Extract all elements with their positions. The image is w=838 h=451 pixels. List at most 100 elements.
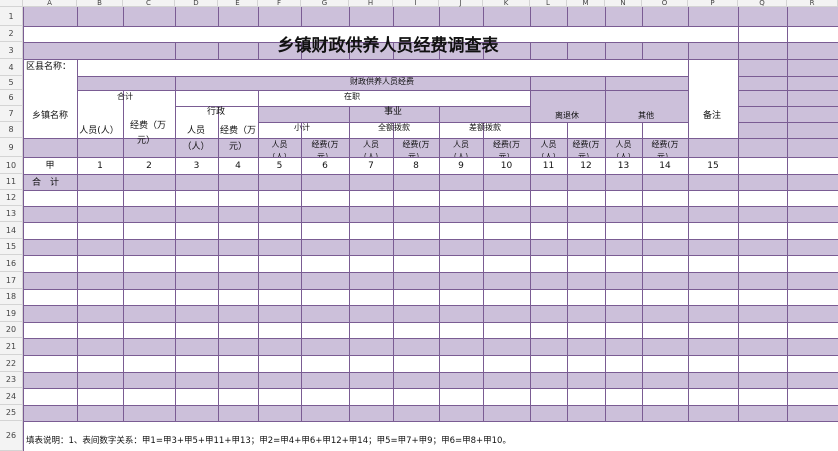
header-retired: 离退休 — [555, 111, 579, 120]
small-header-9-line2: 元） — [657, 153, 673, 157]
row-header-4[interactable]: 4 — [0, 59, 23, 76]
small-header-4-line1: 人员 — [453, 140, 469, 149]
spreadsheet: ABCDEFGHIJKLMNOPQR 1 2 3 4 5 6 7 8 9 10 11 12 13 14 15… — [0, 0, 838, 451]
header-admin-funds-l2: 元） — [228, 142, 248, 152]
column-header-r[interactable]: R — [787, 0, 838, 7]
small-header-7-line2: 元） — [578, 153, 594, 157]
row-header-22[interactable]: 22 — [0, 355, 23, 372]
header-admin-persons-l1: 人员 — [186, 126, 206, 136]
small-header-4-line2: （人） — [449, 153, 473, 157]
index-cell-8: 8 — [413, 161, 419, 171]
small-header-0-line2: （人） — [268, 153, 292, 157]
small-header-5-line1: 经费(万 — [492, 140, 521, 149]
row-header-14[interactable]: 14 — [0, 222, 23, 239]
row-header-8[interactable]: 8 — [0, 122, 23, 138]
row-header-16[interactable]: 16 — [0, 255, 23, 272]
header-full-funding: 全额拨款 — [378, 123, 410, 132]
small-header-7-line1: 经费(万 — [572, 140, 600, 149]
small-header-8-line2: （人） — [612, 153, 636, 157]
index-cell-11: 11 — [542, 161, 555, 171]
row-header-5[interactable]: 5 — [0, 76, 23, 90]
column-header-m[interactable]: M — [567, 0, 605, 7]
column-header-d[interactable]: D — [175, 0, 218, 7]
row-header-26[interactable]: 26 — [0, 421, 23, 451]
row-header-20[interactable]: 20 — [0, 322, 23, 338]
small-header-6-line1: 人员 — [540, 140, 557, 149]
row-header-6[interactable]: 6 — [0, 90, 23, 106]
small-header-8-line1: 人员 — [615, 140, 632, 149]
column-header-i[interactable]: I — [393, 0, 439, 7]
row-header-23[interactable]: 23 — [0, 372, 23, 388]
index-cell-13: 13 — [617, 161, 630, 171]
header-admin: 行政 — [206, 107, 226, 117]
column-header-j[interactable]: J — [439, 0, 483, 7]
row-header-15[interactable]: 15 — [0, 239, 23, 255]
row-header-9[interactable]: 9 — [0, 138, 23, 157]
small-header-5-line2: 元） — [499, 153, 515, 157]
column-header-a[interactable]: A — [23, 0, 77, 7]
row-header-13[interactable]: 13 — [0, 206, 23, 222]
column-header-n[interactable]: N — [605, 0, 642, 7]
small-header-3-line1: 经费(万 — [402, 140, 430, 149]
index-cell-0: 甲 — [45, 161, 55, 171]
row-header-3[interactable]: 3 — [0, 42, 23, 59]
header-in-service: 在职 — [344, 92, 360, 101]
header-institution: 事业 — [383, 107, 403, 117]
corner-cell — [0, 0, 23, 7]
index-cell-7: 7 — [368, 161, 374, 171]
row-header-7[interactable]: 7 — [0, 106, 23, 122]
header-township: 乡镇名称 — [31, 111, 69, 121]
column-header-l[interactable]: L — [530, 0, 567, 7]
small-header-2-line2: （人） — [359, 153, 383, 157]
small-header-3-line2: 元） — [408, 153, 424, 157]
index-cell-4: 4 — [235, 161, 241, 171]
row-header-25[interactable]: 25 — [0, 405, 23, 421]
column-header-q[interactable]: Q — [738, 0, 787, 7]
index-cell-5: 5 — [276, 161, 283, 171]
index-cell-2: 2 — [146, 161, 152, 171]
row-header-19[interactable]: 19 — [0, 305, 23, 322]
column-header-f[interactable]: F — [258, 0, 301, 7]
header-admin-funds-l1: 经费（万 — [219, 126, 257, 136]
column-header-h[interactable]: H — [349, 0, 393, 7]
footnote: 填表说明：1、表间数字关系：甲1=甲3+甲5+甲11+甲13；甲2=甲4+甲6+… — [26, 436, 511, 446]
header-other: 其他 — [638, 111, 654, 120]
small-header-2-line1: 人员 — [363, 140, 379, 149]
column-header-p[interactable]: P — [688, 0, 738, 7]
column-header-e[interactable]: E — [218, 0, 258, 7]
column-header-b[interactable]: B — [77, 0, 123, 7]
small-header-9-line1: 经费(万 — [651, 140, 679, 149]
header-funds-l1: 经费（万 — [129, 121, 167, 131]
small-header-1-line2: 元） — [317, 153, 333, 157]
row-header-12[interactable]: 12 — [0, 190, 23, 206]
row-header-2[interactable]: 2 — [0, 26, 23, 42]
row-header-17[interactable]: 17 — [0, 272, 23, 289]
header-funds-l2: 元） — [136, 136, 156, 146]
total-row-label: 合 计 — [32, 178, 60, 188]
header-total: 合计 — [117, 92, 133, 101]
row-header-21[interactable]: 21 — [0, 338, 23, 355]
index-cell-10: 10 — [500, 161, 513, 171]
row-header-1[interactable]: 1 — [0, 7, 23, 26]
column-header-g[interactable]: G — [301, 0, 349, 7]
header-fiscal-funding: 财政供养人员经费 — [350, 77, 414, 86]
header-admin-persons-l2: （人） — [182, 142, 210, 152]
row-header-18[interactable]: 18 — [0, 289, 23, 305]
header-remark: 备注 — [702, 111, 722, 121]
column-header-c[interactable]: C — [123, 0, 175, 7]
column-header-o[interactable]: O — [642, 0, 688, 7]
row-header-10[interactable]: 10 — [0, 157, 23, 174]
row-header-11[interactable]: 11 — [0, 174, 23, 190]
index-cell-12: 12 — [580, 161, 592, 171]
index-cell-15: 15 — [707, 161, 719, 171]
small-header-1-line1: 经费(万 — [311, 140, 339, 149]
header-persons: 人员(人） — [79, 126, 119, 136]
row-header-24[interactable]: 24 — [0, 388, 23, 405]
column-header-k[interactable]: K — [483, 0, 530, 7]
county-label: 区县名称： — [26, 62, 72, 72]
index-cell-1: 1 — [97, 161, 103, 171]
small-header-6-line2: （人） — [537, 153, 561, 157]
sheet-title: 乡镇财政供养人员经费调查表 — [277, 36, 499, 56]
index-cell-3: 3 — [193, 161, 200, 171]
small-header-0-line1: 人员 — [271, 140, 288, 149]
